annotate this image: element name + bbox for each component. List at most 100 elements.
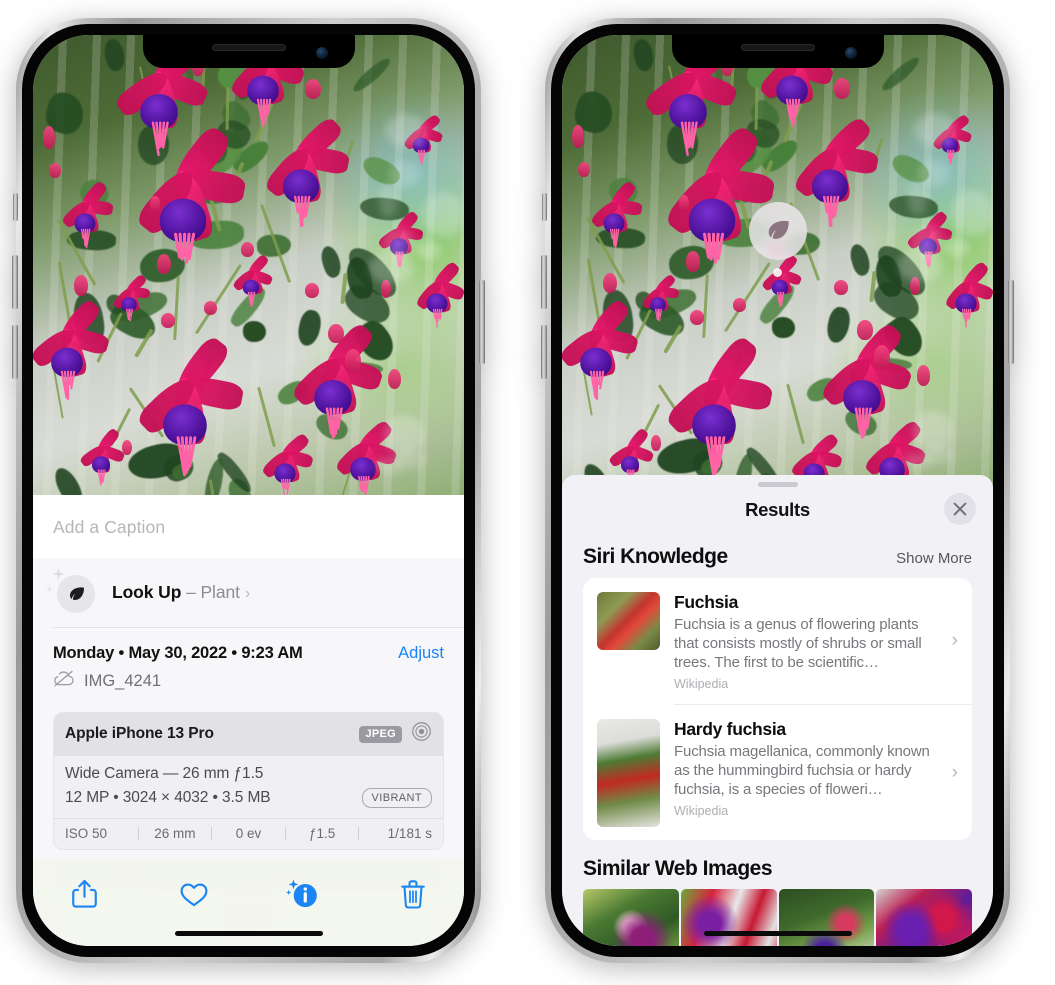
volume-down-button[interactable] [541, 325, 547, 379]
flower-bud [916, 364, 931, 386]
flower-bud [328, 323, 344, 343]
bokeh-highlight [914, 112, 955, 147]
volume-up-button[interactable] [541, 255, 547, 309]
siri-knowledge-title: Siri Knowledge [583, 545, 728, 568]
photo-filename: IMG_4241 [84, 671, 162, 690]
earpiece-speaker [211, 44, 286, 51]
flower-bud [345, 348, 362, 373]
front-camera-icon [315, 47, 328, 59]
side-power-button[interactable] [479, 280, 485, 364]
knowledge-body: Hardy fuchsia Fuchsia magellanica, common… [674, 719, 958, 827]
phone-left: Add a Caption Look Up – Plant › Monday •… [12, 18, 485, 963]
bokeh-highlight [415, 240, 442, 260]
flower-bud [304, 282, 320, 299]
home-indicator[interactable] [174, 931, 323, 936]
exif-value: 1/181 s [387, 826, 432, 841]
bokeh-highlight [388, 160, 420, 188]
look-up-row[interactable]: Look Up – Plant › [33, 558, 464, 627]
mute-switch[interactable] [13, 193, 18, 221]
knowledge-thumbnail [597, 719, 660, 828]
adjust-button[interactable]: Adjust [398, 644, 444, 663]
bokeh-highlight [950, 190, 993, 236]
look-up-icon-wrap [45, 567, 95, 613]
knowledge-row[interactable]: Hardy fuchsia Fuchsia magellanica, common… [583, 705, 972, 840]
notch-left [142, 35, 355, 68]
flower-bud [161, 312, 176, 328]
flower-bud [203, 301, 218, 316]
flower-bud [572, 124, 584, 149]
look-up-dash: – [186, 581, 196, 602]
caption-input[interactable]: Add a Caption [33, 495, 464, 558]
flower-bud [387, 368, 402, 390]
results-title: Results [745, 499, 810, 520]
info-button[interactable] [279, 874, 327, 914]
camera-card-header: Apple iPhone 13 Pro JPEG [54, 713, 443, 756]
bokeh-highlight [911, 225, 944, 258]
results-header: Results [562, 487, 993, 533]
flower-bud [157, 253, 172, 275]
camera-info-card[interactable]: Apple iPhone 13 Pro JPEG Wide Camera — 2… [53, 712, 444, 850]
similar-web-image[interactable] [583, 889, 679, 946]
similar-web-image[interactable] [876, 889, 972, 946]
close-button[interactable] [944, 493, 976, 525]
similar-web-image[interactable] [778, 889, 875, 946]
knowledge-row[interactable]: Fuchsia Fuchsia is a genus of flowering p… [583, 578, 972, 704]
flower-bud [686, 251, 701, 272]
camera-resolution: 12 MP • 3024 × 4032 • 3.5 MB [65, 789, 271, 806]
flower-bud [240, 242, 254, 258]
similar-web-images-title: Similar Web Images [583, 857, 773, 881]
flower-bud [48, 163, 61, 179]
flower-bud [150, 196, 160, 213]
home-indicator[interactable] [703, 931, 852, 936]
siri-knowledge-card: Fuchsia Fuchsia is a genus of flowering p… [583, 578, 972, 841]
chevron-right-icon: › [951, 761, 958, 783]
format-badge: JPEG [359, 725, 402, 743]
show-more-button[interactable]: Show More [896, 550, 972, 567]
knowledge-source: Wikipedia [674, 677, 729, 692]
flower-bud [43, 125, 55, 150]
exif-value: ƒ1.5 [308, 826, 336, 841]
look-up-title: Look Up [112, 581, 182, 602]
bokeh-highlight [908, 181, 926, 217]
camera-lens: Wide Camera — 26 mm ƒ1.5 [65, 765, 264, 782]
similar-web-images-header: Similar Web Images [562, 840, 993, 889]
flower-bud [690, 309, 705, 325]
delete-button[interactable] [389, 874, 437, 914]
chevron-right-icon: › [244, 584, 251, 602]
camera-model: Apple iPhone 13 Pro [65, 725, 214, 742]
flower-bud [577, 161, 590, 178]
icloud-slash-icon [53, 670, 75, 692]
similar-web-images-strip [562, 889, 993, 946]
phone-bezel-right: Results Siri Knowledge Show More Fuchsia… [551, 24, 1004, 957]
volume-down-button[interactable] [12, 325, 18, 379]
look-up-subject: Plant [200, 581, 240, 602]
knowledge-thumbnail [597, 592, 660, 650]
mute-switch[interactable] [542, 193, 547, 221]
knowledge-title: Hardy fuchsia [674, 719, 786, 740]
similar-web-image[interactable] [680, 889, 777, 946]
exif-value: ISO 50 [65, 826, 108, 841]
knowledge-source: Wikipedia [674, 804, 729, 819]
results-sheet: Results Siri Knowledge Show More Fuchsia… [562, 475, 993, 946]
volume-up-button[interactable] [12, 255, 18, 309]
sparkle-small-icon [45, 581, 54, 599]
look-up-label: Look Up – Plant › [112, 582, 250, 603]
bokeh-highlight [917, 159, 949, 186]
exif-row: ISO 50 26 mm 0 ev ƒ1.5 1/181 s [54, 818, 443, 849]
front-camera-icon [844, 47, 857, 59]
favorite-button[interactable] [170, 874, 218, 914]
exif-value: 26 mm [154, 826, 196, 841]
photo-viewer[interactable] [562, 35, 993, 490]
bokeh-highlight [374, 457, 405, 474]
knowledge-description: Fuchsia is a genus of flowering plants t… [674, 616, 922, 672]
photo-viewer[interactable] [33, 35, 464, 495]
flower-bud [833, 280, 849, 296]
share-button[interactable] [60, 874, 108, 914]
visual-look-up-badge[interactable] [748, 202, 807, 277]
bokeh-highlight [379, 182, 397, 218]
siri-knowledge-header: Siri Knowledge Show More [562, 533, 993, 578]
badge-anchor-dot [773, 268, 782, 277]
side-power-button[interactable] [1008, 280, 1014, 364]
bokeh-highlight [385, 113, 426, 148]
flower-bud [305, 78, 322, 100]
